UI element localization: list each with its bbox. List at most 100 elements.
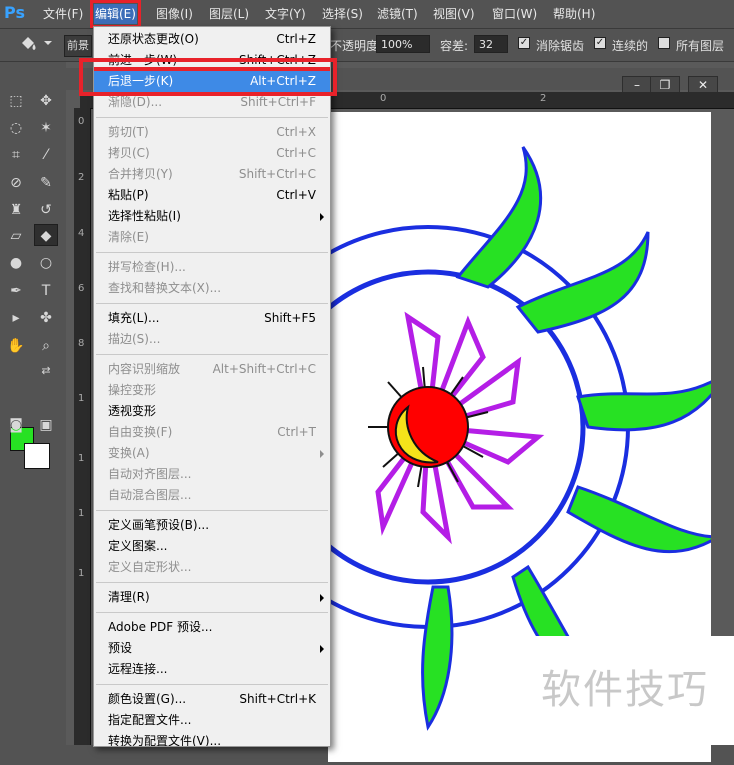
lasso-tool-icon[interactable]: ◌ [4,117,28,139]
custom-shape-tool-icon[interactable]: ✤ [34,307,58,329]
path-selection-tool-icon[interactable]: ▸ [4,307,28,329]
edit-menu-item: 查找和替换文本(X)... [94,278,330,299]
brush-tool-icon[interactable]: ✎ [34,172,58,194]
menu-item-label: 拼写检查(H)... [108,260,186,274]
eraser-tool-icon[interactable]: ▱ [4,225,28,247]
menu-item-label: 渐隐(D)... [108,95,163,109]
edit-menu-item[interactable]: 粘贴(P) Ctrl+V [94,185,330,206]
edit-menu-item[interactable]: 指定配置文件... [94,710,330,731]
hand-tool-icon[interactable]: ✋ [4,335,28,357]
swap-colors-icon[interactable]: ⇄ [34,360,58,382]
all-layers-checkbox[interactable] [658,37,670,49]
photoshop-logo: Ps [4,3,25,22]
history-brush-tool-icon[interactable]: ↺ [34,199,58,221]
blur-tool-icon[interactable]: ● [4,252,28,274]
edit-menu-item[interactable]: 填充(L)... Shift+F5 [94,308,330,329]
edit-menu-item[interactable]: 预设 [94,638,330,659]
edit-menu-item[interactable]: 定义画笔预设(B)... [94,515,330,536]
contiguous-label: 连续的 [612,39,649,53]
menu-file[interactable]: 文件(F) [42,4,84,24]
contiguous-checkbox[interactable]: ✓ [594,37,606,49]
tolerance-label: 容差: [440,39,469,53]
menu-separator [96,510,328,511]
submenu-arrow-icon [320,213,324,221]
crop-tool-icon[interactable]: ⌗ [4,144,28,166]
edit-menu-item: 自动对齐图层... [94,464,330,485]
edit-menu-item[interactable]: 透视变形 [94,401,330,422]
magic-wand-tool-icon[interactable]: ✶ [34,117,58,139]
edit-menu-item: 合并拷贝(Y) Shift+Ctrl+C [94,164,330,185]
toolbox: ⬚ ✥ ◌ ✶ ⌗ ⁄ ⊘ ✎ ♜ ↺ ▱ ◆ ● ○ ✒ T ▸ ✤ ✋ ⌕ … [0,62,67,745]
menu-image[interactable]: 图像(I) [155,4,194,24]
menu-item-label: 粘贴(P) [108,188,149,202]
edit-menu-item: 描边(S)... [94,329,330,350]
menu-type[interactable]: 文字(Y) [264,4,307,24]
menu-item-label: 还原状态更改(O) [108,32,199,46]
edit-menu-item[interactable]: 清理(R) [94,587,330,608]
edit-menu-item[interactable]: Adobe PDF 预设... [94,617,330,638]
edit-menu-item: 清除(E) [94,227,330,248]
menu-item-label: 变换(A) [108,446,150,460]
ruler-v-label: 0 [78,116,85,127]
healing-brush-tool-icon[interactable]: ⊘ [4,172,28,194]
eyedropper-tool-icon[interactable]: ⁄ [34,144,58,166]
zoom-tool-icon[interactable]: ⌕ [34,335,58,357]
menu-item-shortcut: Shift+F5 [264,311,316,325]
menu-item-label: 清理(R) [108,590,150,604]
edit-menu-item[interactable]: 后退一步(K) Alt+Ctrl+Z [94,67,330,96]
menu-help[interactable]: 帮助(H) [552,4,596,24]
menu-separator [96,354,328,355]
edit-menu-item[interactable]: 颜色设置(G)... Shift+Ctrl+K [94,689,330,710]
move-tool-icon[interactable]: ✥ [34,90,58,112]
menu-item-shortcut: Shift+Ctrl+F [240,95,316,109]
edit-menu-item[interactable]: 前进一步(W) Shift+Ctrl+Z [94,50,330,71]
edit-menu-dropdown: 还原状态更改(O) Ctrl+Z 前进一步(W) Shift+Ctrl+Z 后退一步(K… [93,26,331,747]
all-layers-label: 所有图层 [676,39,725,53]
edit-menu-item: 变换(A) [94,443,330,464]
menu-filter[interactable]: 滤镜(T) [376,4,419,24]
pen-tool-icon[interactable]: ✒ [4,280,28,302]
tool-preset-dropdown-icon[interactable] [44,41,52,45]
menu-item-label: 自动混合图层... [108,488,192,502]
marquee-tool-icon[interactable]: ⬚ [4,90,28,112]
menu-layer[interactable]: 图层(L) [208,4,250,24]
menu-item-shortcut: Ctrl+V [276,188,316,202]
screen-mode-icon[interactable]: ▣ [34,414,58,436]
menu-separator [96,252,328,253]
background-color-swatch[interactable] [24,443,50,469]
antialias-checkbox[interactable]: ✓ [518,37,530,49]
fill-source-select[interactable]: 前景 [64,35,92,57]
type-tool-icon[interactable]: T [34,280,58,302]
paint-bucket-icon[interactable] [18,35,38,53]
menu-view[interactable]: 视图(V) [432,4,476,24]
menu-item-shortcut: Shift+Ctrl+Z [239,53,316,67]
edit-menu-item[interactable]: 远程连接... [94,659,330,680]
menu-item-label: 填充(L)... [108,311,160,325]
edit-menu-item: 自动混合图层... [94,485,330,506]
edit-menu-item[interactable]: 还原状态更改(O) Ctrl+Z [94,29,330,50]
ruler-v-label: 6 [78,283,85,294]
menu-item-shortcut: Shift+Ctrl+K [239,692,316,706]
menu-item-shortcut: Ctrl+C [276,146,316,160]
edit-menu-item: 拷贝(C) Ctrl+C [94,143,330,164]
tolerance-input[interactable]: 32 [474,35,508,53]
edit-menu-item[interactable]: 定义图案... [94,536,330,557]
paint-bucket-tool-icon[interactable]: ◆ [34,224,58,246]
ruler-v-label: 1 [78,508,85,519]
opacity-label: 不透明度: [330,39,383,53]
menu-item-label: 自动对齐图层... [108,467,192,481]
ruler-v-label: 1 [78,393,85,404]
opacity-input[interactable]: 100% [376,35,430,53]
menu-item-label: 透视变形 [108,404,157,418]
dodge-tool-icon[interactable]: ○ [34,252,58,274]
menu-edit[interactable]: 编辑(E) [90,0,141,28]
ruler-v-label: 1 [78,568,85,579]
menu-item-shortcut: Alt+Shift+Ctrl+C [212,362,316,376]
menu-item-shortcut: Ctrl+T [277,425,316,439]
quick-mask-icon[interactable]: ◙ [4,414,28,436]
clone-stamp-tool-icon[interactable]: ♜ [4,199,28,221]
menu-select[interactable]: 选择(S) [321,4,364,24]
menu-item-shortcut: Shift+Ctrl+C [238,167,316,181]
edit-menu-item[interactable]: 选择性粘贴(I) [94,206,330,227]
menu-window[interactable]: 窗口(W) [491,4,538,24]
